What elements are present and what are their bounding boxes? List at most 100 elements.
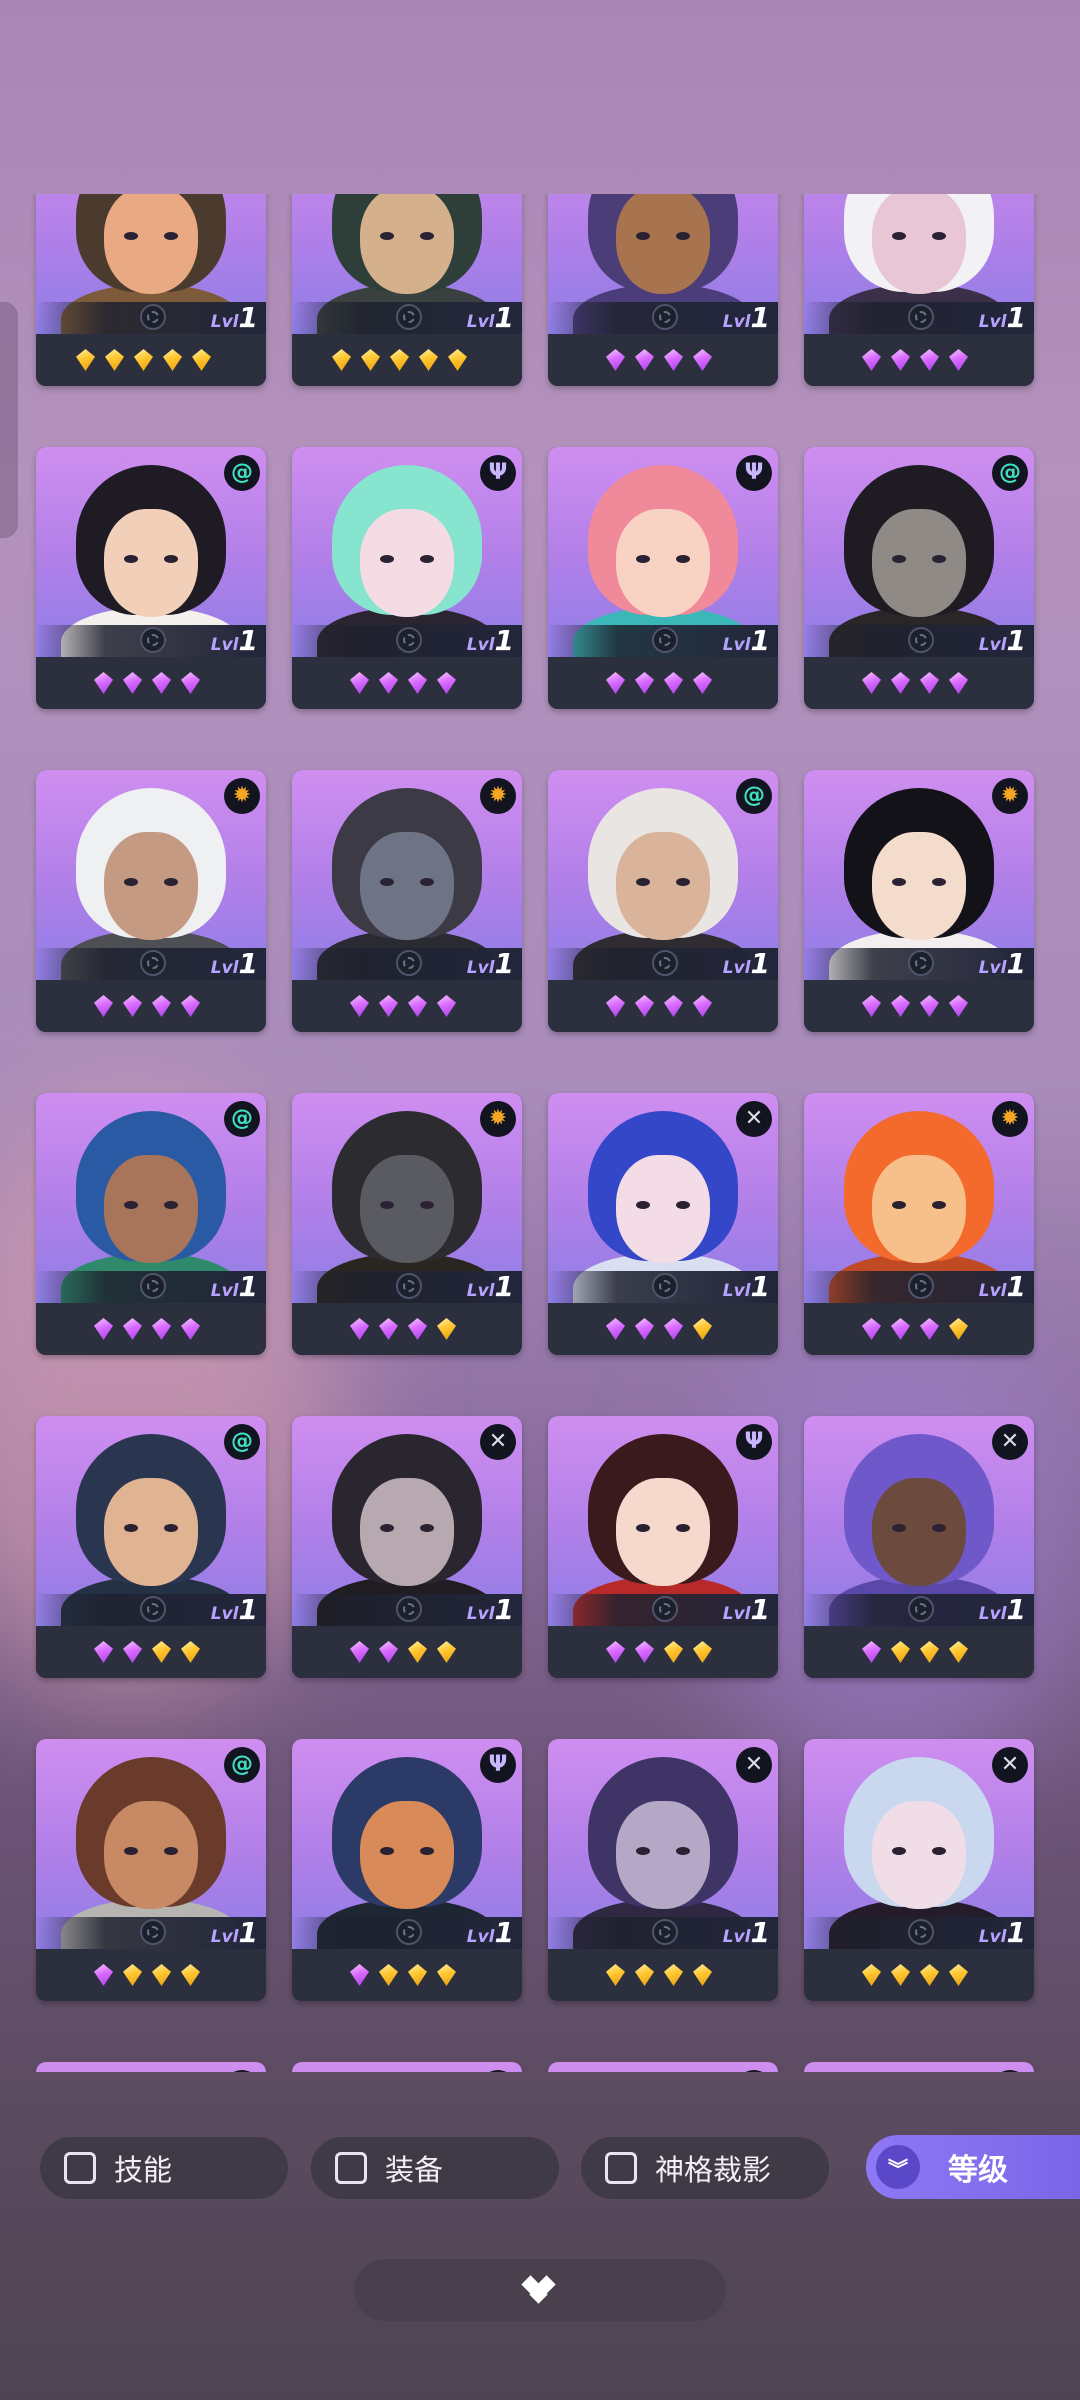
collapse-handle[interactable]: [354, 2259, 726, 2321]
checkbox-skills[interactable]: [64, 2152, 96, 2184]
gold-star-gem-icon: [664, 1641, 683, 1663]
gold-star-gem-icon: [862, 1964, 881, 1986]
rune-slot-icon: [652, 304, 678, 330]
hero-card[interactable]: ✕Lvl1: [804, 2062, 1034, 2072]
checkbox-divine[interactable]: [605, 2152, 637, 2184]
rune-slot-icon: [908, 1273, 934, 1299]
purple-star-gem-icon: [606, 1318, 625, 1340]
purple-star-gem-icon: [350, 1641, 369, 1663]
filter-skills[interactable]: 技能: [40, 2137, 288, 2199]
level-prefix: Lvl: [466, 312, 495, 332]
level-prefix: Lvl: [210, 635, 239, 655]
hero-card[interactable]: Ψ Lvl1: [548, 1416, 778, 1678]
hero-card[interactable]: ✕Lvl1: [548, 1739, 778, 2001]
level-number: 1: [238, 1916, 258, 1949]
purple-star-gem-icon: [664, 995, 683, 1017]
filter-equipment[interactable]: 装备: [311, 2137, 559, 2199]
order-element-icon: ✹: [224, 778, 260, 814]
level-prefix: Lvl: [722, 635, 751, 655]
level-bar: Lvl1: [36, 302, 266, 334]
hero-card[interactable]: @Lvl1: [548, 770, 778, 1032]
level-bar: Lvl1: [804, 1917, 1034, 1949]
purple-star-gem-icon: [94, 995, 113, 1017]
level-badge: Lvl1: [723, 1595, 770, 1629]
gold-star-gem-icon: [361, 349, 380, 371]
purple-star-gem-icon: [350, 1964, 369, 1986]
level-badge: Lvl1: [467, 949, 514, 983]
checkbox-equipment[interactable]: [335, 2152, 367, 2184]
star-rank: [548, 657, 778, 709]
star-rank: [548, 1303, 778, 1355]
purple-star-gem-icon: [920, 349, 939, 371]
star-rank: [292, 1626, 522, 1678]
purple-star-gem-icon: [379, 1318, 398, 1340]
hero-card[interactable]: ✹ Lvl1: [36, 770, 266, 1032]
rune-slot-icon: [140, 1273, 166, 1299]
star-rank: [804, 1949, 1034, 2001]
flow-element-icon: @: [224, 1424, 260, 1460]
purple-star-gem-icon: [920, 995, 939, 1017]
hero-card[interactable]: ✕ Lvl1: [804, 1739, 1034, 2001]
level-number: 1: [494, 1270, 514, 1303]
rune-slot-icon: [140, 950, 166, 976]
hero-card[interactable]: @Lvl1: [36, 447, 266, 709]
level-number: 1: [238, 1593, 258, 1626]
level-bar: Lvl1: [36, 948, 266, 980]
purple-star-gem-icon: [408, 1318, 427, 1340]
gold-star-gem-icon: [949, 1641, 968, 1663]
purple-star-gem-icon: [891, 672, 910, 694]
hero-card[interactable]: ✕Lvl1: [292, 1416, 522, 1678]
hero-card[interactable]: Ψ Lvl1: [548, 447, 778, 709]
hero-card[interactable]: Ψ Lvl1: [292, 447, 522, 709]
rune-slot-icon: [140, 1919, 166, 1945]
purple-star-gem-icon: [664, 349, 683, 371]
order-element-icon: ✹: [992, 1101, 1028, 1137]
purple-star-gem-icon: [920, 672, 939, 694]
gold-star-gem-icon: [949, 1318, 968, 1340]
hero-card[interactable]: Lvl1: [804, 194, 1034, 386]
purple-star-gem-icon: [606, 995, 625, 1017]
hero-card[interactable]: Ψ Lvl1: [292, 1739, 522, 2001]
purple-star-gem-icon: [123, 995, 142, 1017]
void-element-icon: Ψ: [480, 1747, 516, 1783]
purple-star-gem-icon: [408, 995, 427, 1017]
hero-card[interactable]: Lvl1: [36, 194, 266, 386]
chaos-element-icon: ✕: [992, 1747, 1028, 1783]
level-number: 1: [238, 1270, 258, 1303]
filter-divine[interactable]: 神格裁影: [581, 2137, 829, 2199]
rune-slot-icon: [908, 304, 934, 330]
level-number: 1: [1006, 624, 1026, 657]
hero-card[interactable]: @Lvl1: [548, 2062, 778, 2072]
hero-card[interactable]: ✕Lvl1: [548, 1093, 778, 1355]
hero-card[interactable]: Lvl1: [292, 194, 522, 386]
purple-star-gem-icon: [862, 1641, 881, 1663]
purple-star-gem-icon: [94, 1964, 113, 1986]
hero-card[interactable]: ✹ Lvl1: [292, 770, 522, 1032]
level-prefix: Lvl: [722, 312, 751, 332]
purple-star-gem-icon: [181, 995, 200, 1017]
hero-card[interactable]: Lvl1: [548, 194, 778, 386]
hero-card[interactable]: ✹ Lvl1: [804, 770, 1034, 1032]
purple-star-gem-icon: [606, 672, 625, 694]
purple-star-gem-icon: [635, 672, 654, 694]
rune-slot-icon: [396, 304, 422, 330]
sort-by-level-button[interactable]: ︾ 等级: [866, 2135, 1080, 2199]
hero-card[interactable]: ✕Lvl1: [292, 2062, 522, 2072]
hero-card[interactable]: ✹ Lvl1: [292, 1093, 522, 1355]
purple-star-gem-icon: [152, 995, 171, 1017]
level-bar: Lvl1: [804, 948, 1034, 980]
hero-card[interactable]: ✕Lvl1: [804, 1416, 1034, 1678]
hero-card[interactable]: ✹ Lvl1: [804, 1093, 1034, 1355]
hero-card[interactable]: @Lvl1: [36, 1739, 266, 2001]
character-grid[interactable]: Lvl1 Lvl1 Lvl1 Lvl1 @ Lvl1 Ψ Lvl1 Ψ Lvl1 @ Lvl1 ✹ Lvl…: [0, 194, 1080, 2072]
double-chevron-down-icon: ︾: [876, 2145, 920, 2189]
hero-card[interactable]: @Lvl1: [804, 447, 1034, 709]
rune-slot-icon: [908, 627, 934, 653]
level-badge: Lvl1: [211, 1918, 258, 1952]
level-badge: Lvl1: [723, 626, 770, 660]
rune-slot-icon: [396, 1273, 422, 1299]
hero-card[interactable]: @Lvl1: [36, 1093, 266, 1355]
level-prefix: Lvl: [210, 1281, 239, 1301]
hero-card[interactable]: ✕Lvl1: [36, 2062, 266, 2072]
hero-card[interactable]: @Lvl1: [36, 1416, 266, 1678]
